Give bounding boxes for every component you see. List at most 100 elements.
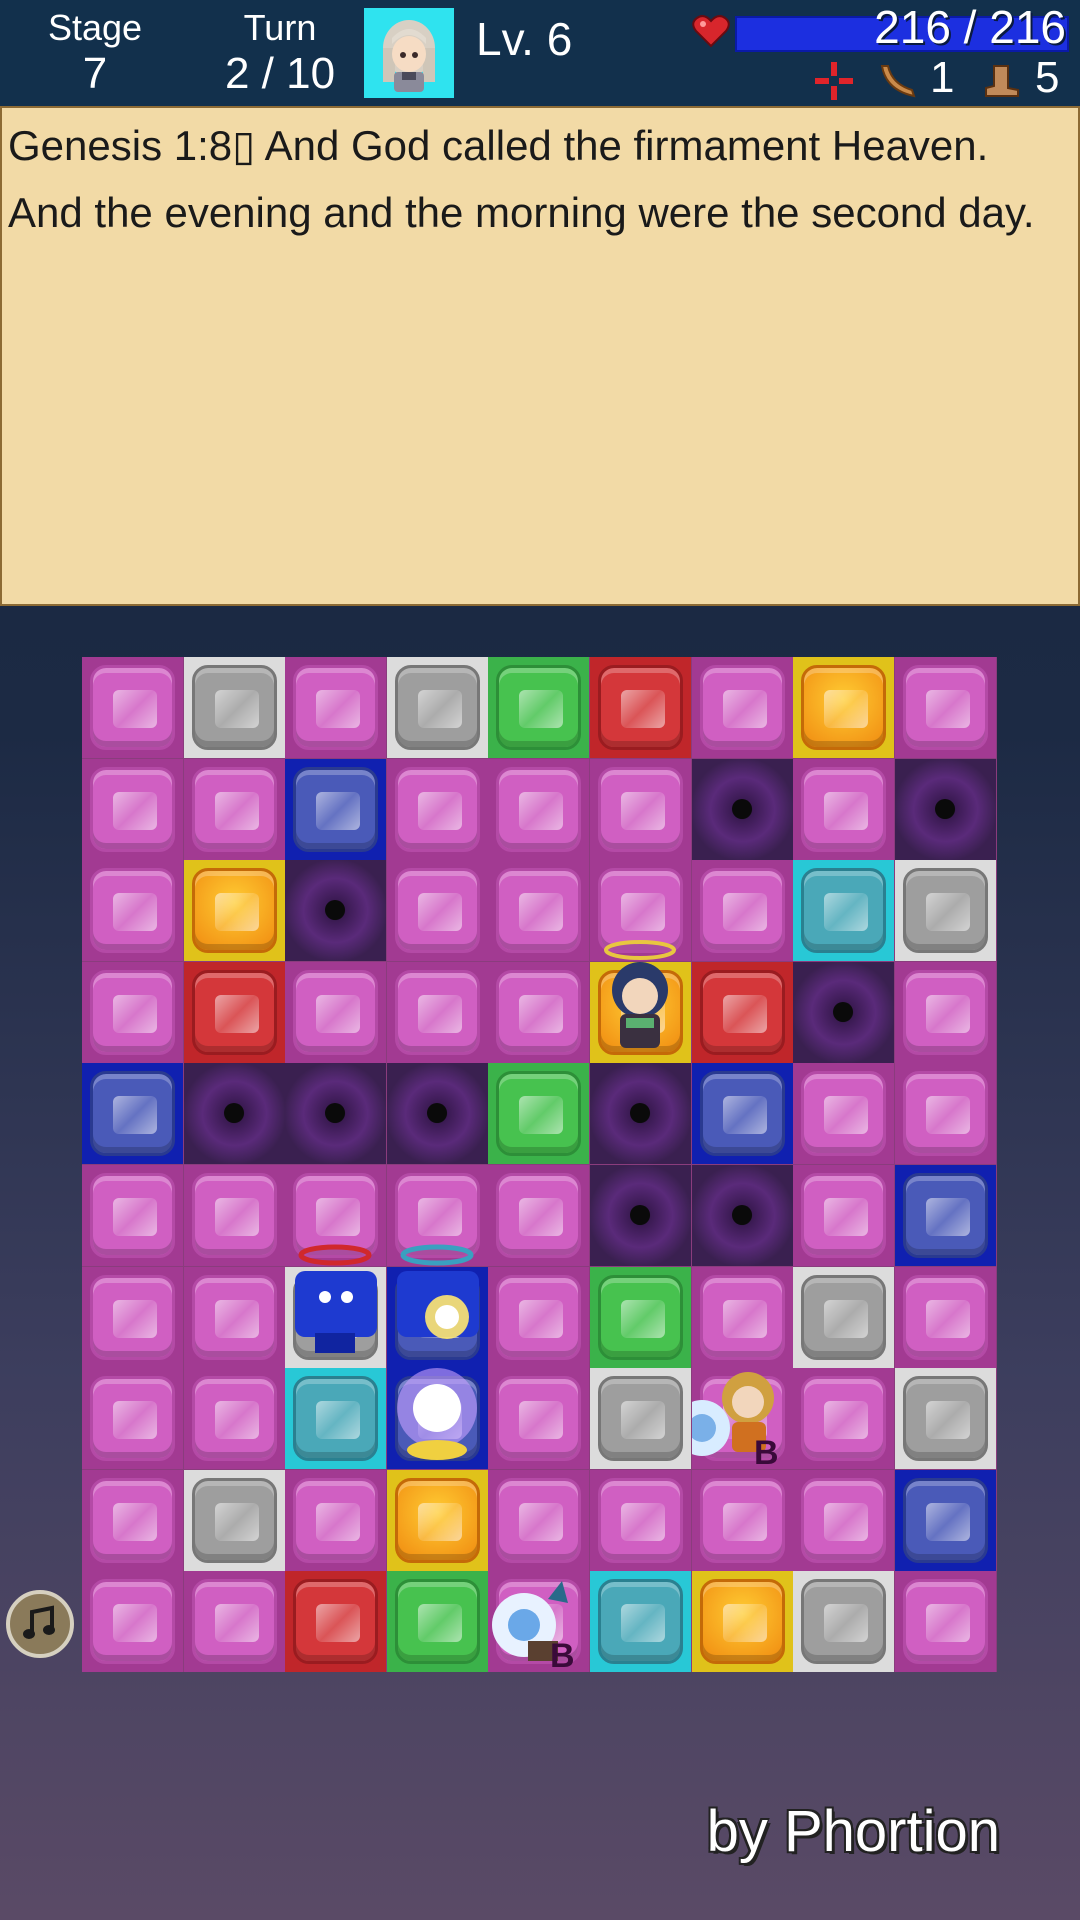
board-tile-vortex[interactable]: [590, 1063, 691, 1164]
board-tile-gray[interactable]: [387, 657, 488, 758]
pink-gem-icon: [293, 970, 378, 1055]
board-tile-red[interactable]: [692, 962, 793, 1063]
board-tile-pink[interactable]: [692, 860, 793, 961]
board-tile-pink[interactable]: [387, 860, 488, 961]
board-tile-pink[interactable]: [82, 657, 183, 758]
board-tile-pink[interactable]: [793, 1368, 894, 1469]
cat-enemy-unit[interactable]: B: [488, 1541, 589, 1675]
blue-demon-red-halo-unit[interactable]: [285, 1237, 386, 1368]
board-tile-pink[interactable]: [82, 1165, 183, 1266]
board-tile-blue[interactable]: [895, 1165, 996, 1266]
board-tile-red[interactable]: [590, 657, 691, 758]
board-tile-pink[interactable]: [793, 1470, 894, 1571]
board-tile-pink[interactable]: [82, 759, 183, 860]
board-tile-vortex[interactable]: [285, 1063, 386, 1164]
board-tile-pink[interactable]: [488, 1267, 589, 1368]
board-tile-teal[interactable]: [590, 1571, 691, 1672]
board-tile-pink[interactable]: [590, 759, 691, 860]
pink-gem-icon: [192, 1376, 277, 1461]
pink-gem-icon: [903, 1579, 988, 1664]
board-tile-pink[interactable]: [387, 962, 488, 1063]
glowing-spell-effect[interactable]: [387, 1338, 488, 1469]
board-tile-pink[interactable]: [285, 657, 386, 758]
board-tile-vortex[interactable]: [590, 1165, 691, 1266]
board-tile-pink[interactable]: [285, 962, 386, 1063]
board-tile-vortex[interactable]: [895, 759, 996, 860]
board-tile-gray[interactable]: [895, 1368, 996, 1469]
board-tile-red[interactable]: [184, 962, 285, 1063]
board-tile-pink[interactable]: [793, 1063, 894, 1164]
board-tile-pink[interactable]: [895, 1571, 996, 1672]
board-tile-pink[interactable]: [692, 657, 793, 758]
board-tile-gray[interactable]: [184, 1470, 285, 1571]
blue-gem-icon: [293, 767, 378, 852]
board-tile-vortex[interactable]: [692, 759, 793, 860]
board-tile-pink[interactable]: [793, 759, 894, 860]
board-tile-pink[interactable]: [82, 1267, 183, 1368]
board-tile-blue[interactable]: [285, 759, 386, 860]
gray-gem-icon: [903, 1376, 988, 1461]
pink-gem-icon: [801, 767, 886, 852]
board-tile-green[interactable]: [590, 1267, 691, 1368]
pink-gem-icon: [90, 1275, 175, 1360]
board-tile-pink[interactable]: [895, 657, 996, 758]
board-tile-orange[interactable]: [184, 860, 285, 961]
board-tile-orange[interactable]: [692, 1571, 793, 1672]
board-tile-vortex[interactable]: [184, 1063, 285, 1164]
board-tile-pink[interactable]: [184, 759, 285, 860]
board-tile-gray[interactable]: [184, 657, 285, 758]
board-tile-pink[interactable]: [184, 1571, 285, 1672]
board-tile-teal[interactable]: [285, 1368, 386, 1469]
board-tile-pink[interactable]: [488, 860, 589, 961]
player-portrait[interactable]: [364, 8, 454, 98]
board-tile-pink[interactable]: [184, 1267, 285, 1368]
board-tile-gray[interactable]: [895, 860, 996, 961]
board-tile-pink[interactable]: [692, 1470, 793, 1571]
green-gem-icon: [395, 1579, 480, 1664]
music-toggle-button[interactable]: [6, 1590, 74, 1658]
board-tile-green[interactable]: [488, 1063, 589, 1164]
board-tile-blue[interactable]: [82, 1063, 183, 1164]
board-tile-orange[interactable]: [793, 657, 894, 758]
board-tile-pink[interactable]: [488, 962, 589, 1063]
board-tile-pink[interactable]: [895, 1063, 996, 1164]
board-tile-pink[interactable]: [285, 1470, 386, 1571]
board-tile-pink[interactable]: [895, 1267, 996, 1368]
board-tile-pink[interactable]: [82, 860, 183, 961]
board-tile-teal[interactable]: [793, 860, 894, 961]
board-tile-orange[interactable]: [387, 1470, 488, 1571]
angel-ally-unit[interactable]: [590, 932, 691, 1063]
board-tile-vortex[interactable]: [387, 1063, 488, 1164]
pink-gem-icon: [598, 767, 683, 852]
board-tile-blue[interactable]: [895, 1470, 996, 1571]
board-tile-pink[interactable]: [488, 1368, 589, 1469]
board-tile-pink[interactable]: [82, 1470, 183, 1571]
board-tile-pink[interactable]: [184, 1165, 285, 1266]
board-tile-pink[interactable]: [488, 759, 589, 860]
verse-text: Genesis 1:8▯ And God called the firmamen…: [8, 122, 1035, 236]
board-tile-gray[interactable]: [793, 1571, 894, 1672]
game-board[interactable]: BB: [82, 657, 997, 1675]
board-tile-pink[interactable]: [82, 1368, 183, 1469]
player-level: Lv. 6: [476, 13, 573, 65]
pink-gem-icon: [496, 970, 581, 1055]
enemy-marker-label: B: [754, 1434, 779, 1472]
board-tile-red[interactable]: [285, 1571, 386, 1672]
board-tile-pink[interactable]: [793, 1165, 894, 1266]
board-tile-pink[interactable]: [82, 1571, 183, 1672]
board-tile-gray[interactable]: [793, 1267, 894, 1368]
board-tile-vortex[interactable]: [692, 1165, 793, 1266]
board-tile-pink[interactable]: [590, 1470, 691, 1571]
board-tile-pink[interactable]: [387, 759, 488, 860]
lion-enemy-unit[interactable]: B: [674, 1338, 793, 1472]
board-tile-green[interactable]: [488, 657, 589, 758]
board-tile-pink[interactable]: [488, 1165, 589, 1266]
board-tile-blue[interactable]: [692, 1063, 793, 1164]
board-tile-pink[interactable]: [82, 962, 183, 1063]
board-tile-pink[interactable]: [895, 962, 996, 1063]
board-tile-vortex[interactable]: [285, 860, 386, 961]
board-tile-vortex[interactable]: [793, 962, 894, 1063]
board-tile-green[interactable]: [387, 1571, 488, 1672]
board-tile-gray[interactable]: [590, 1368, 691, 1469]
board-tile-pink[interactable]: [184, 1368, 285, 1469]
